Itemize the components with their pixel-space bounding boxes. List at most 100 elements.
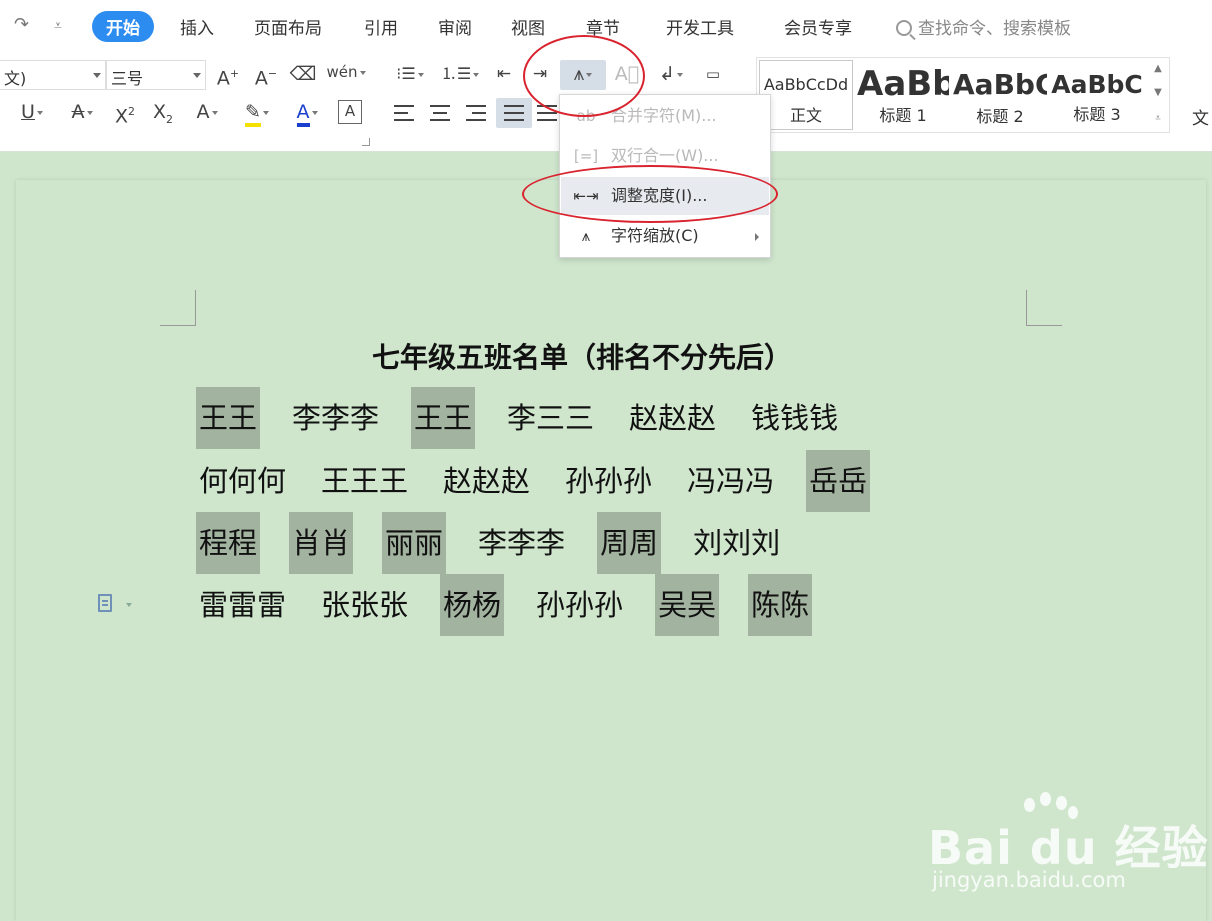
style-label: 正文 [789,106,822,125]
subscript-icon[interactable]: X2 [148,98,178,128]
redo-icon[interactable]: ↷ [14,14,29,35]
phonetic-guide-icon[interactable]: wén [326,58,366,88]
name-cell: 孙孙孙 [565,464,653,498]
decrease-indent-icon[interactable]: ⇤ [490,60,518,90]
numbered-list-icon[interactable]: ⒈☰ [440,60,480,90]
name-cell: 肖肖 [289,512,354,574]
bullet-list-icon[interactable]: ⁝☰ [390,60,430,90]
name-cell: 程程 [196,512,261,574]
line-spacing-icon[interactable]: ↲ [650,60,692,90]
character-border-icon[interactable]: A [338,100,362,124]
name-cell: 李李李 [292,401,380,435]
style-sample: AaBb [857,64,949,104]
name-cell: 赵赵赵 [629,401,717,435]
align-right-icon[interactable] [462,98,490,128]
combine-characters-icon: ab [576,107,596,125]
name-cell: 张张张 [321,588,409,622]
menu-item-label: 合并字符(M)... [611,106,717,125]
name-cell: 赵赵赵 [443,464,531,498]
style-label: 标题 3 [1073,105,1121,124]
styles-scroll-up-icon[interactable]: ▲ [1150,58,1166,80]
name-cell: 李三三 [507,401,595,435]
style-label: 标题 2 [976,107,1024,126]
name-cell: 何何何 [199,464,287,498]
menu-item-adjust-width[interactable]: ⇤⇥ 调整宽度(I)... [561,177,769,215]
tab-home[interactable]: 开始 [92,11,154,42]
name-cell: 李李李 [478,526,566,560]
styles-more-icon[interactable]: ⩡ [1150,108,1166,130]
shrink-font-icon[interactable]: A− [252,60,280,90]
name-row: 程程 肖肖 丽丽 李李李 周周 刘刘刘 [196,512,783,574]
underline-icon[interactable]: U [12,98,52,128]
tab-references[interactable]: 引用 [364,14,398,39]
name-cell: 丽丽 [382,512,447,574]
chevron-down-icon [93,73,101,78]
paragraph-handle-icon[interactable] [98,594,112,612]
text-tools-label[interactable]: 文 [1192,104,1209,129]
name-cell: 钱钱钱 [751,401,839,435]
menu-item-two-lines-in-one[interactable]: [=] 双行合一(W)... [561,137,769,175]
styles-scroll-down-icon[interactable]: ▼ [1150,82,1166,104]
tab-member[interactable]: 会员专享 [784,14,852,39]
tab-insert[interactable]: 插入 [180,14,214,39]
command-search[interactable]: 查找命令、搜索模板 [896,14,1071,39]
font-name-select[interactable]: 文) [0,60,106,90]
superscript-icon[interactable]: X2 [110,98,140,128]
style-label: 标题 1 [879,106,927,125]
font-size-value: 三号 [111,69,144,88]
name-row: 何何何 王王王 赵赵赵 孙孙孙 冯冯冯 岳岳 [196,450,871,512]
eraser-icon[interactable]: ⌫ [288,60,318,90]
tab-developer[interactable]: 开发工具 [666,14,734,39]
name-cell: 雷雷雷 [199,588,287,622]
name-cell: 陈陈 [748,574,813,636]
text-direction-icon[interactable]: A⃒ [612,60,642,90]
text-effect-icon[interactable]: A [186,98,228,128]
menu-item-combine-characters[interactable]: ab 合并字符(M)... [561,97,769,135]
menu-bar: ↷ ⩡ 开始 插入 页面布局 引用 审阅 视图 章节 开发工具 会员专享 查找命… [0,0,1212,52]
font-dialog-launcher[interactable] [362,138,370,146]
increase-indent-icon[interactable]: ⇥ [526,60,554,90]
tab-view[interactable]: 视图 [511,14,545,39]
adjust-width-icon: ⇤⇥ [573,187,599,205]
ruler-icon[interactable]: ▭ [698,60,728,90]
justify-icon[interactable] [496,98,532,128]
name-cell: 王王 [411,387,476,449]
baidu-watermark: Bai du 经验 jingyan.baidu.com [928,792,1208,902]
font-size-select[interactable]: 三号 [106,60,206,90]
style-heading-2[interactable]: AaBbC 标题 2 [953,60,1047,130]
chinese-layout-button[interactable]: ⩚ [560,60,606,90]
name-cell: 杨杨 [440,574,505,636]
grow-font-icon[interactable]: A+ [214,60,242,90]
margin-corner-top-right [1026,290,1062,326]
dropdown-arrow-icon[interactable]: ⩡ [54,18,62,34]
tab-review[interactable]: 审阅 [438,14,472,39]
document-title: 七年级五班名单（排名不分先后） [372,341,793,374]
align-center-icon[interactable] [426,98,454,128]
margin-corner-top-left [160,290,196,326]
font-name-value: 文) [4,69,27,88]
tab-page-layout[interactable]: 页面布局 [254,14,322,39]
name-cell: 孙孙孙 [536,588,624,622]
menu-item-character-scaling[interactable]: ⩚ 字符缩放(C) [561,217,769,255]
search-placeholder: 查找命令、搜索模板 [918,19,1071,39]
style-heading-1[interactable]: AaBb 标题 1 [857,60,949,130]
font-color-icon[interactable]: A [286,98,328,128]
strikethrough-icon[interactable]: A [60,98,104,128]
style-normal[interactable]: AaBbCcDd 正文 [759,60,853,130]
search-icon [896,20,912,36]
name-cell: 冯冯冯 [687,464,775,498]
align-left-icon[interactable] [390,98,418,128]
chevron-down-icon[interactable] [126,603,132,607]
menu-item-label: 调整宽度(I)... [611,186,708,205]
name-cell: 周周 [597,512,662,574]
distributed-align-icon[interactable] [536,98,558,128]
highlighter-icon[interactable]: ✎ [236,98,278,128]
name-cell: 吴吴 [655,574,720,636]
name-cell: 岳岳 [806,450,871,512]
watermark-url: jingyan.baidu.com [932,868,1126,892]
chinese-layout-menu: ab 合并字符(M)... [=] 双行合一(W)... ⇤⇥ 调整宽度(I).… [559,94,771,258]
style-heading-3[interactable]: AaBbC 标题 3 [1050,60,1144,130]
tab-section[interactable]: 章节 [586,14,620,39]
menu-item-label: 字符缩放(C) [611,226,699,245]
style-sample: AaBbCcDd [763,75,849,94]
